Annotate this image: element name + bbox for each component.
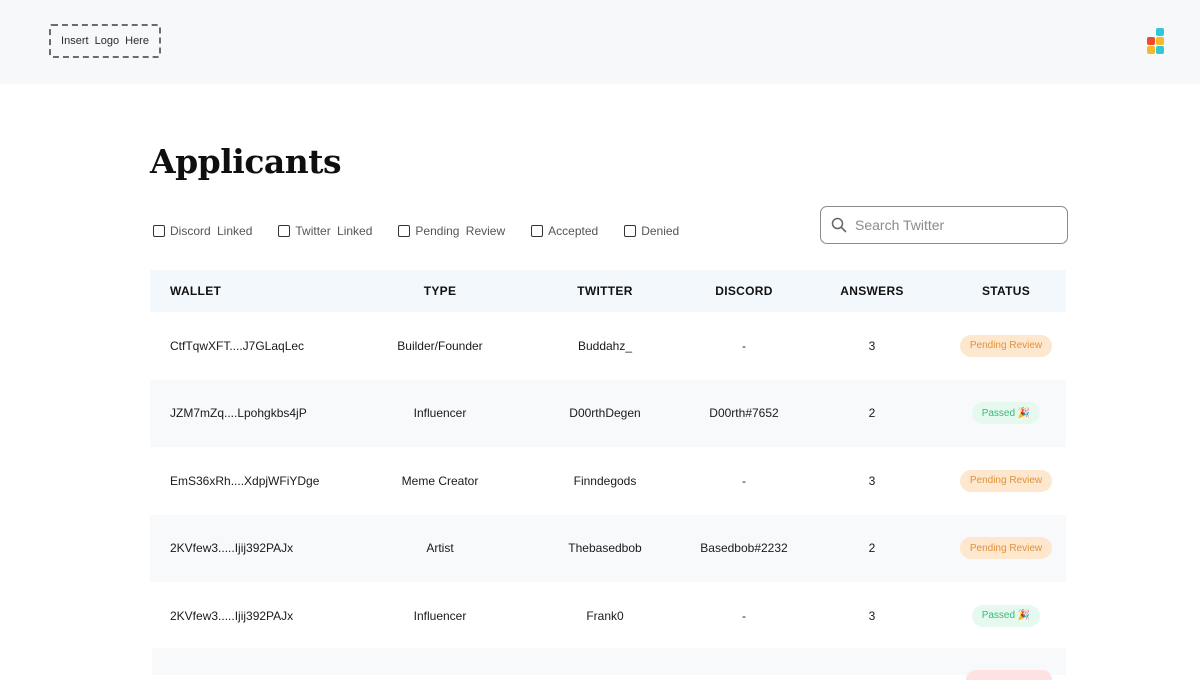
checkbox[interactable]: [624, 225, 637, 237]
app-icon-square: [1156, 28, 1164, 36]
answers-cell: 3: [868, 473, 876, 488]
app-icon-square: [1156, 46, 1164, 54]
twitter-cell: D00rthDegen: [569, 406, 641, 421]
answers-cell: 3: [868, 608, 876, 623]
status-cell: Pending Review: [946, 469, 1066, 492]
twitter-cell: Buddahz_: [577, 338, 633, 353]
discord-cell: -: [742, 473, 746, 488]
table-row[interactable]: JZM7mZq....Lpohgkbs4jP Influencer D00rth…: [150, 379, 1066, 447]
checkbox[interactable]: [398, 225, 411, 237]
page-title: Applicants: [150, 142, 342, 181]
status-badge: Passed 🎉: [971, 604, 1041, 627]
type-cell: Artist: [426, 541, 454, 556]
checkbox[interactable]: [278, 225, 291, 237]
filter-label: Twitter Linked: [295, 224, 373, 238]
table-row[interactable]: 2KVfew3.....Ijij392PAJx Artist Thebasedb…: [150, 514, 1066, 582]
status-cell: Pending Review: [946, 334, 1066, 357]
logo-placeholder-text: Insert Logo Here: [61, 35, 149, 47]
table-row[interactable]: CtfTqwXFT....J7GLaqLec Builder/Founder B…: [150, 312, 1066, 380]
filter-label: Denied: [641, 224, 680, 238]
wallet-cell: 2KVfew3.....Ijij392PAJx: [170, 541, 294, 556]
filter-label: Discord Linked: [170, 224, 253, 238]
discord-cell: -: [742, 338, 746, 353]
filter-label: Pending Review: [415, 224, 506, 238]
discord-cell: Basedbob#2232: [700, 541, 788, 556]
twitter-cell: Frank0: [586, 608, 624, 623]
app-icon-square: [1147, 37, 1155, 45]
column-header-twitter[interactable]: TWITTER: [520, 284, 690, 298]
wallet-cell: EmS36xRh....XdpjWFiYDge: [170, 473, 320, 488]
column-header-wallet[interactable]: WALLET: [150, 284, 360, 298]
status-badge: Pending Review: [959, 334, 1053, 357]
status-badge: [966, 670, 1052, 680]
twitter-cell: Finndegods: [573, 473, 637, 488]
twitter-cell: Thebasedbob: [568, 541, 642, 556]
filter-label: Accepted: [548, 224, 599, 238]
column-header-status[interactable]: STATUS: [946, 284, 1066, 298]
filter-accepted[interactable]: Accepted: [531, 224, 598, 238]
applicants-table: WALLET TYPE TWITTER DISCORD ANSWERS STAT…: [150, 270, 1066, 650]
wallet-cell: 2KVfew3.....Ijij392PAJx: [170, 608, 294, 623]
status-badge: Pending Review: [959, 537, 1053, 560]
status-cell: Passed 🎉: [946, 604, 1066, 627]
search-icon: [831, 217, 847, 233]
wallet-cell: JZM7mZq....Lpohgkbs4jP: [170, 406, 307, 421]
filter-bar: Discord Linked Twitter Linked Pending Re…: [153, 224, 705, 238]
status-cell: Pending Review: [946, 537, 1066, 560]
filter-pending-review[interactable]: Pending Review: [398, 224, 505, 238]
table-row[interactable]: [152, 648, 1066, 675]
type-cell: Builder/Founder: [397, 338, 483, 353]
filter-twitter-linked[interactable]: Twitter Linked: [278, 224, 372, 238]
column-header-answers[interactable]: ANSWERS: [798, 284, 946, 298]
filter-discord-linked[interactable]: Discord Linked: [153, 224, 252, 238]
answers-cell: 2: [868, 541, 876, 556]
status-badge: Passed 🎉: [971, 402, 1041, 425]
status-badge: Pending Review: [959, 469, 1053, 492]
status-cell: Passed 🎉: [946, 402, 1066, 425]
type-cell: Meme Creator: [401, 473, 479, 488]
type-cell: Influencer: [413, 406, 467, 421]
type-cell: Influencer: [413, 608, 467, 623]
column-header-type[interactable]: TYPE: [360, 284, 520, 298]
app-icon-square: [1156, 37, 1164, 45]
search-input[interactable]: [853, 216, 1057, 234]
table-row[interactable]: EmS36xRh....XdpjWFiYDge Meme Creator Fin…: [150, 447, 1066, 515]
column-header-discord[interactable]: DISCORD: [690, 284, 798, 298]
app-grid-icon[interactable]: [1147, 28, 1165, 56]
search-box[interactable]: [820, 206, 1068, 244]
discord-cell: -: [742, 608, 746, 623]
checkbox[interactable]: [153, 225, 165, 237]
answers-cell: 2: [868, 406, 876, 421]
table-header: WALLET TYPE TWITTER DISCORD ANSWERS STAT…: [150, 270, 1066, 312]
answers-cell: 3: [868, 338, 876, 353]
top-bar: Insert Logo Here: [0, 0, 1200, 84]
app-icon-square: [1147, 46, 1155, 54]
discord-cell: D00rth#7652: [709, 406, 779, 421]
logo-placeholder[interactable]: Insert Logo Here: [49, 24, 161, 58]
filter-denied[interactable]: Denied: [624, 224, 679, 238]
wallet-cell: CtfTqwXFT....J7GLaqLec: [170, 338, 305, 353]
checkbox[interactable]: [531, 225, 544, 237]
table-row[interactable]: 2KVfew3.....Ijij392PAJx Influencer Frank…: [150, 582, 1066, 650]
